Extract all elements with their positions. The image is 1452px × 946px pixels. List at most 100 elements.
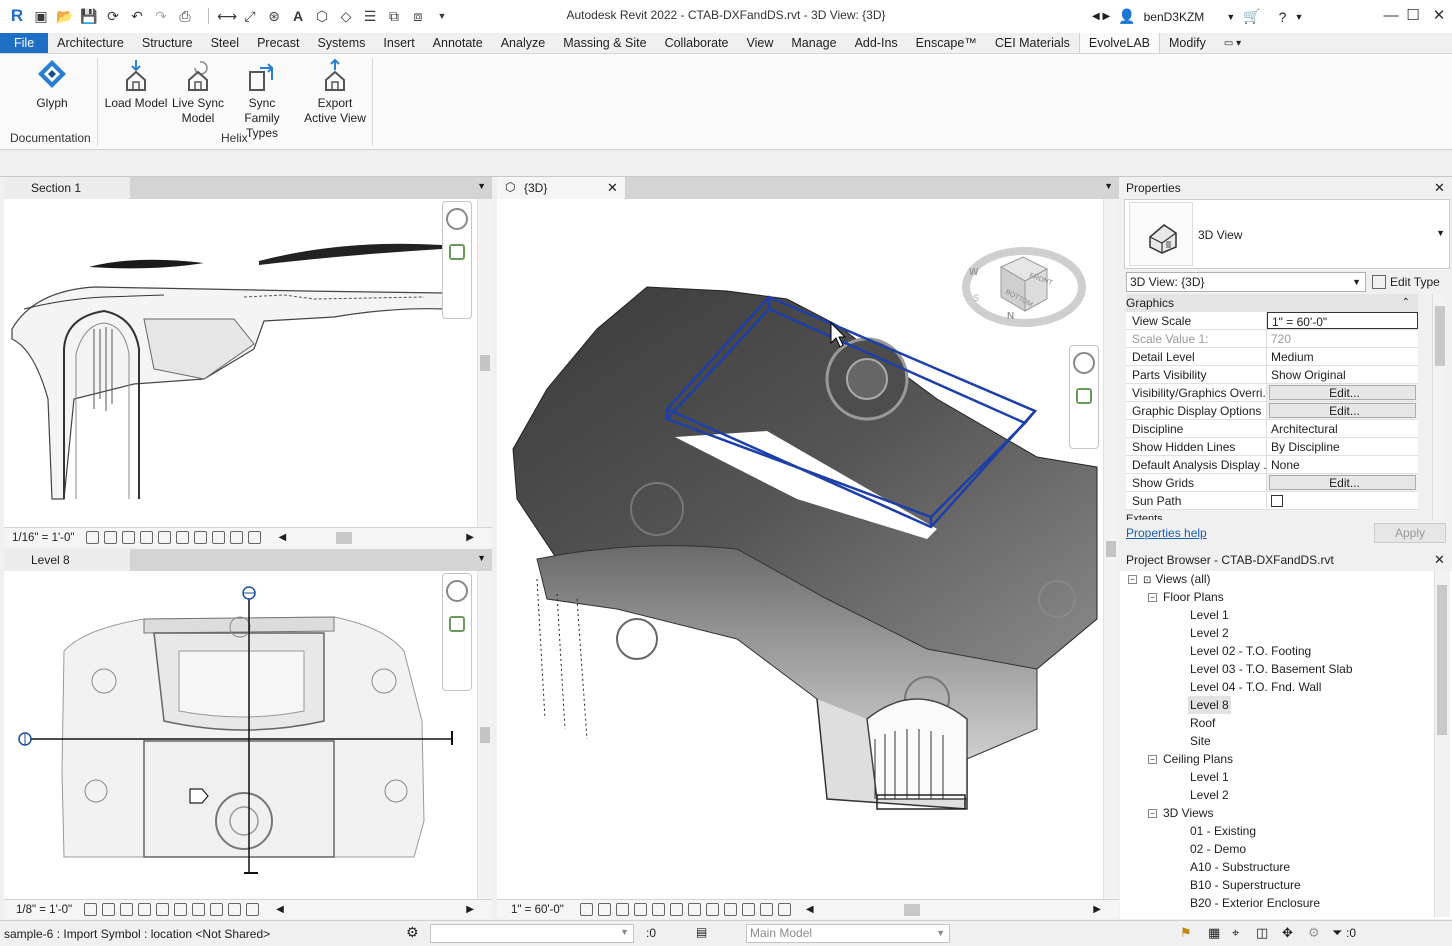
- tab-file[interactable]: File: [0, 33, 49, 53]
- show-crop-icon[interactable]: [176, 531, 190, 544]
- live-sync-model-button[interactable]: Live Sync Model: [170, 58, 226, 126]
- view-menu-icon[interactable]: ▼: [1104, 181, 1113, 191]
- tab-enscape[interactable]: Enscape™: [907, 33, 986, 53]
- analytical-icon[interactable]: [777, 903, 791, 916]
- sun-path-icon[interactable]: [122, 531, 136, 544]
- tree-item[interactable]: B20 - Exterior Enclosure: [1190, 894, 1320, 912]
- username[interactable]: benD3KZM: [1144, 10, 1205, 24]
- detail-level-icon[interactable]: [86, 531, 100, 544]
- view-menu-icon[interactable]: ▼: [477, 181, 486, 191]
- scroll-left-icon[interactable]: ◀: [276, 904, 284, 915]
- grids-edit-button[interactable]: Edit...: [1269, 475, 1416, 490]
- prop-sun-path[interactable]: Sun Path: [1126, 492, 1418, 510]
- tree-item[interactable]: Level 1: [1190, 606, 1229, 624]
- steering-wheel-icon[interactable]: [1073, 352, 1095, 374]
- prop-discipline[interactable]: Discipline Architectural: [1126, 420, 1418, 438]
- collapse-icon[interactable]: −: [1128, 575, 1137, 585]
- load-model-button[interactable]: Load Model: [103, 58, 169, 111]
- tab-collaborate[interactable]: Collaborate: [656, 33, 738, 53]
- tree-item[interactable]: Level 03 - T.O. Basement Slab: [1190, 660, 1353, 678]
- tree-ceiling-plans[interactable]: − Ceiling Plans: [1148, 750, 1233, 768]
- filter-icon[interactable]: ⏷: [1332, 925, 1342, 941]
- tab-architecture[interactable]: Architecture: [48, 33, 133, 53]
- tab-view[interactable]: View: [738, 33, 783, 53]
- type-dropdown-icon[interactable]: ▼: [1436, 228, 1445, 238]
- tree-views-all[interactable]: − ⊡ Views (all): [1128, 570, 1211, 590]
- select-pinned-icon[interactable]: ⌖: [1232, 925, 1239, 941]
- sun-path-icon[interactable]: [615, 903, 629, 916]
- tree-item[interactable]: Level 2: [1190, 624, 1229, 642]
- detail-level-icon[interactable]: [579, 903, 593, 916]
- apply-button[interactable]: Apply: [1374, 523, 1446, 543]
- show-crop-icon[interactable]: [174, 903, 188, 916]
- shadows-icon[interactable]: [140, 531, 154, 544]
- view3d-scale[interactable]: 1" = 60'-0": [511, 904, 564, 916]
- prop-show-grids[interactable]: Show Grids Edit...: [1126, 474, 1418, 492]
- gdo-edit-button[interactable]: Edit...: [1269, 403, 1416, 418]
- tree-item[interactable]: Level 02 - T.O. Footing: [1190, 642, 1311, 660]
- tree-item[interactable]: B10 - Superstructure: [1190, 876, 1301, 894]
- help-icon[interactable]: ?: [1279, 9, 1287, 25]
- section-horizontal-scroll-thumb[interactable]: [336, 531, 353, 544]
- scroll-right-icon[interactable]: ▶: [1093, 904, 1101, 915]
- scroll-left-icon[interactable]: ◀: [806, 904, 814, 915]
- worksharing-icon[interactable]: [228, 903, 242, 916]
- level8-navigation-bar[interactable]: [442, 573, 472, 691]
- lock-view-icon[interactable]: [705, 903, 719, 916]
- compass-s[interactable]: S: [973, 293, 979, 303]
- browser-scrollbar[interactable]: [1434, 571, 1450, 917]
- tree-item-selected[interactable]: Level 8: [1188, 696, 1231, 714]
- scroll-right-icon[interactable]: ▶: [466, 904, 474, 915]
- temp-hide-icon[interactable]: [723, 903, 737, 916]
- view3d-vertical-scrollbar[interactable]: [1103, 199, 1118, 899]
- prop-graphic-display-options[interactable]: Graphic Display Options Edit...: [1126, 402, 1418, 420]
- glyph-button[interactable]: Glyph: [30, 58, 74, 111]
- back-forward-icon[interactable]: ◀ ▶: [1092, 11, 1110, 22]
- section-scale[interactable]: 1/16" = 1'-0": [12, 532, 74, 544]
- render-icon[interactable]: [651, 903, 665, 916]
- tree-item[interactable]: Roof: [1190, 714, 1215, 732]
- view-menu-icon[interactable]: ▼: [477, 553, 486, 563]
- worksharing-icon[interactable]: [230, 531, 244, 544]
- reveal-hidden-icon[interactable]: [210, 903, 224, 916]
- collapse-icon[interactable]: −: [1148, 755, 1157, 765]
- analytical-icon[interactable]: [246, 903, 260, 916]
- view3d-horizontal-scroll-thumb[interactable]: [903, 903, 920, 916]
- instance-filter-select[interactable]: 3D View: {3D} ▼: [1126, 272, 1366, 292]
- prop-default-analysis-display[interactable]: Default Analysis Display ... None: [1126, 456, 1418, 474]
- tab-evolvelab[interactable]: EvolveLAB: [1078, 33, 1161, 53]
- prop-visibility-graphics[interactable]: Visibility/Graphics Overri... Edit...: [1126, 384, 1418, 402]
- cart-icon[interactable]: 🛒: [1243, 8, 1260, 25]
- crop-view-icon[interactable]: [156, 903, 170, 916]
- scroll-left-icon[interactable]: ◀: [278, 532, 286, 543]
- visual-style-icon[interactable]: [104, 531, 118, 544]
- design-options-icon[interactable]: ▤: [696, 925, 707, 939]
- close-button[interactable]: ✕: [1426, 4, 1452, 28]
- shadows-icon[interactable]: [138, 903, 152, 916]
- tab-precast[interactable]: Precast: [248, 33, 308, 53]
- temp-hide-icon[interactable]: [194, 531, 208, 544]
- close-properties-icon[interactable]: ✕: [1434, 180, 1445, 196]
- section-vertical-scrollbar[interactable]: [477, 199, 492, 527]
- close-view-icon[interactable]: ✕: [607, 180, 618, 196]
- shadows-icon[interactable]: [633, 903, 647, 916]
- tree-item[interactable]: 01 - Existing: [1190, 822, 1256, 840]
- tab-cei-materials[interactable]: CEI Materials: [986, 33, 1079, 53]
- select-links-icon[interactable]: ⚑: [1180, 925, 1192, 941]
- tab-manage[interactable]: Manage: [782, 33, 845, 53]
- worksharing-icon[interactable]: [759, 903, 773, 916]
- tab-level-8[interactable]: Level 8: [4, 549, 130, 571]
- properties-help-link[interactable]: Properties help: [1126, 526, 1207, 540]
- workset-select[interactable]: ▼: [430, 924, 634, 943]
- tab-steel[interactable]: Steel: [202, 33, 249, 53]
- level8-scale[interactable]: 1/8" = 1'-0": [16, 904, 72, 916]
- viewcube[interactable]: FRONT BOTTOM W N S: [961, 239, 1091, 329]
- ribbon-minimize-icon[interactable]: ▭ ▾: [1215, 33, 1250, 53]
- vg-edit-button[interactable]: Edit...: [1269, 385, 1416, 400]
- background-process-icon[interactable]: ⚙: [1308, 925, 1320, 941]
- tree-item[interactable]: A10 - Substructure: [1190, 858, 1290, 876]
- tab-massing-site[interactable]: Massing & Site: [554, 33, 655, 53]
- collapse-icon[interactable]: −: [1148, 809, 1157, 819]
- tab-structure[interactable]: Structure: [133, 33, 202, 53]
- reveal-hidden-icon[interactable]: [212, 531, 226, 544]
